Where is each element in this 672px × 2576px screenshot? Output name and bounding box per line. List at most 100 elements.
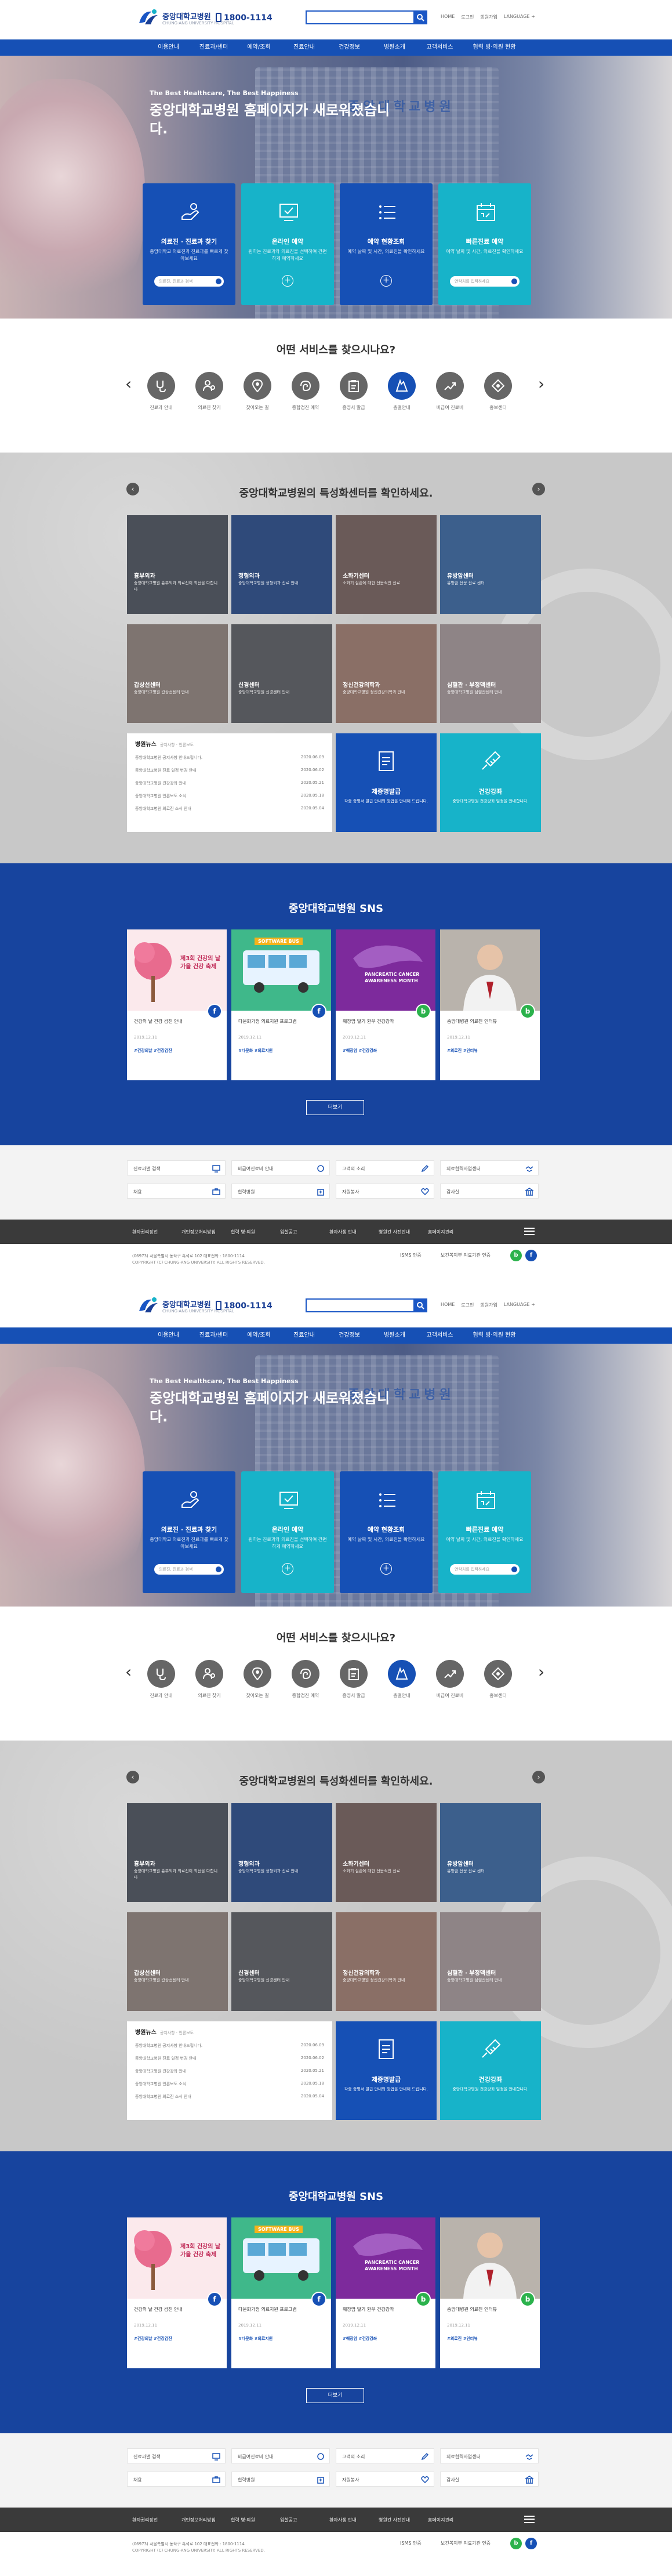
service-item[interactable]: 비급여 진료비 <box>430 372 470 411</box>
service-item[interactable]: 의료진 찾기 <box>189 372 230 411</box>
nav-item-customer[interactable]: 고객서비스 <box>417 39 463 56</box>
sns-card[interactable]: 제3회 건강의 날 가을 건강 축제 f 건강의 날 건강 검진 안내 2019… <box>127 2217 227 2368</box>
specialty-tile[interactable]: 정형외과 중앙대학교병원 정형외과 진료 안내 <box>231 515 332 614</box>
more-button[interactable]: 더보기 <box>306 1100 364 1115</box>
nav-item-customer[interactable]: 고객서비스 <box>417 1327 463 1344</box>
specialty-tile[interactable]: 심혈관 · 부정맥센터 중앙대학교병원 심혈관센터 안내 <box>440 1912 541 2011</box>
news-title[interactable]: 병원뉴스 <box>135 2029 157 2036</box>
specialty-tile[interactable]: 소화기센터 소화기 질환에 대한 전문적인 진료 <box>336 1803 437 1902</box>
cau-logo-icon[interactable] <box>137 1296 159 1316</box>
news-item[interactable]: 중앙대학교병원 언론보도 소식 2020.05.18 <box>135 2081 324 2087</box>
nav-item-guide[interactable]: 이용안내 <box>146 39 191 56</box>
service-item[interactable]: 비급여 진료비 <box>430 1660 470 1699</box>
certificate-card[interactable]: 제증명발급 각종 증명서 발급 안내와 방법을 안내해 드립니다. <box>336 733 437 832</box>
quick-link[interactable]: 진료과별 검색 <box>127 2448 226 2463</box>
nav-item-guide[interactable]: 이용안내 <box>146 1327 191 1344</box>
nav-item-partners[interactable]: 협력 병·의원 현황 <box>463 1327 526 1344</box>
card-reservation-status[interactable]: 예약 현황조회 예약 날짜 및 시간, 의료진을 확인하세요 + <box>340 1471 433 1593</box>
certificate-card[interactable]: 제증명발급 각종 증명서 발급 안내와 방법을 안내해 드립니다. <box>336 2021 437 2120</box>
service-item[interactable]: 종합검진 예약 <box>285 372 326 411</box>
cau-logo-icon[interactable] <box>137 8 159 28</box>
health-lecture-card[interactable]: 건강강좌 중앙대학교병원 건강강좌 일정을 안내합니다. <box>440 733 541 832</box>
prev-arrow-icon[interactable]: ‹ <box>125 376 132 392</box>
news-title[interactable]: 병원뉴스 <box>135 741 157 748</box>
doctor-search-field[interactable]: 의료진, 진료과 검색 <box>154 1564 224 1575</box>
service-item[interactable]: 홍보센터 <box>478 1660 518 1699</box>
search-input[interactable] <box>306 10 427 24</box>
footer-link[interactable]: 협력 병·의원 <box>231 2517 280 2523</box>
search-go-icon[interactable] <box>216 278 221 284</box>
util-join[interactable]: 회원가입 <box>480 14 497 20</box>
service-item[interactable]: 의료진 찾기 <box>189 1660 230 1699</box>
util-home[interactable]: HOME <box>441 14 455 20</box>
search-button[interactable] <box>413 1298 427 1312</box>
service-item[interactable]: 홍보센터 <box>478 372 518 411</box>
specialty-tile[interactable]: 유방암센터 유방암 전문 진료 센터 <box>440 515 541 614</box>
more-button[interactable]: 더보기 <box>306 2388 364 2403</box>
facebook-icon[interactable]: f <box>311 2292 326 2307</box>
sns-card[interactable]: PANCREATIC CANCER AWARENESS MONTH b 췌장암 … <box>336 929 435 1080</box>
footer-link[interactable]: 환자권리장전 <box>132 1229 181 1235</box>
util-language[interactable]: LANGUAGE + <box>504 1302 535 1308</box>
logo-title[interactable]: 중앙대학교병원 <box>162 10 211 21</box>
footer-link[interactable]: 병원간 사전안내 <box>379 2517 428 2523</box>
specialty-next-button[interactable]: › <box>532 1771 545 1783</box>
card-reservation-status[interactable]: 예약 현황조회 예약 날짜 및 시간, 의료진을 확인하세요 + <box>340 183 433 305</box>
nav-item-partners[interactable]: 협력 병·의원 현황 <box>463 39 526 56</box>
footer-link[interactable]: 개인정보처리방침 <box>181 2517 231 2523</box>
plus-icon[interactable]: + <box>380 275 392 287</box>
service-item[interactable]: 증명서 발급 <box>333 372 374 411</box>
footer-link[interactable]: 홈페이지관리 <box>428 1229 477 1235</box>
news-subtitle[interactable]: 공지사항 · 언론보도 <box>160 2031 194 2035</box>
card-doctor-search[interactable]: 의료진 · 진료과 찾기 중앙대학교 의료진과 진료과를 빠르게 찾아보세요 의… <box>143 1471 235 1593</box>
sns-card[interactable]: PANCREATIC CANCER AWARENESS MONTH b 췌장암 … <box>336 2217 435 2368</box>
blog-icon[interactable]: b <box>416 1004 431 1019</box>
footer-link[interactable]: 홈페이지관리 <box>428 2517 477 2523</box>
news-item[interactable]: 중앙대학교병원 진료 일정 변경 안내 2020.06.02 <box>135 768 324 773</box>
nav-item-about[interactable]: 병원소개 <box>372 1327 417 1344</box>
sns-card[interactable]: 제3회 건강의 날 가을 건강 축제 f 건강의 날 건강 검진 안내 2019… <box>127 929 227 1080</box>
nav-item-treatment[interactable]: 진료안내 <box>282 39 327 56</box>
news-item[interactable]: 중앙대학교병원 공지사항 안내드립니다. 2020.06.09 <box>135 755 324 761</box>
blog-icon[interactable]: b <box>520 1004 535 1019</box>
specialty-tile[interactable]: 갑상선센터 중앙대학교병원 갑상선센터 안내 <box>127 1912 228 2011</box>
sns-card[interactable]: SOFTWARE BUS f 다문화가정 의료지원 프로그램 2019.12.1… <box>231 929 331 1080</box>
submit-go-icon[interactable] <box>511 278 517 284</box>
quick-link[interactable]: 감사실 <box>440 1184 539 1199</box>
quick-link[interactable]: 의료협력사업센터 <box>440 2448 539 2463</box>
news-item[interactable]: 중앙대학교병원 건강강좌 안내 2020.05.21 <box>135 780 324 786</box>
facebook-icon[interactable]: f <box>207 1004 222 1019</box>
nav-item-reservation[interactable]: 예약/조회 <box>237 1327 282 1344</box>
prev-arrow-icon[interactable]: ‹ <box>125 1664 132 1680</box>
sns-card[interactable]: b 중앙대병원 의료진 인터뷰 2019.12.11 #의료진 #인터뷰 <box>440 929 540 1080</box>
facebook-icon[interactable]: f <box>525 1250 537 1261</box>
quick-link[interactable]: 채용 <box>127 2472 226 2487</box>
specialty-tile[interactable]: 정신건강의학과 중앙대학교병원 정신건강의학과 안내 <box>336 1912 437 2011</box>
news-item[interactable]: 중앙대학교병원 건강강좌 안내 2020.05.21 <box>135 2068 324 2074</box>
footer-link[interactable]: 환자권리장전 <box>132 2517 181 2523</box>
next-arrow-icon[interactable]: › <box>538 376 544 392</box>
quick-link[interactable]: 비급여진료비 안내 <box>231 2448 330 2463</box>
specialty-next-button[interactable]: › <box>532 483 545 495</box>
service-item[interactable]: 층별안내 <box>382 372 422 411</box>
nav-item-treatment[interactable]: 진료안내 <box>282 1327 327 1344</box>
nav-item-about[interactable]: 병원소개 <box>372 39 417 56</box>
quick-link[interactable]: 고객의 소리 <box>336 2448 434 2463</box>
sns-card[interactable]: SOFTWARE BUS f 다문화가정 의료지원 프로그램 2019.12.1… <box>231 2217 331 2368</box>
specialty-tile[interactable]: 정신건강의학과 중앙대학교병원 정신건강의학과 안내 <box>336 624 437 723</box>
quick-link[interactable]: 채용 <box>127 1184 226 1199</box>
specialty-tile[interactable]: 흉부외과 중앙대학교병원 흉부외과 의료진이 최선을 다합니다 <box>127 515 228 614</box>
submit-go-icon[interactable] <box>511 1566 517 1572</box>
specialty-tile[interactable]: 신경센터 중앙대학교병원 신경센터 안내 <box>231 624 332 723</box>
service-item[interactable]: 종합검진 예약 <box>285 1660 326 1699</box>
service-item[interactable]: 층별안내 <box>382 1660 422 1699</box>
footer-link[interactable]: 병원간 사전안내 <box>379 1229 428 1235</box>
quick-link[interactable]: 의료협력사업센터 <box>440 1160 539 1175</box>
util-join[interactable]: 회원가입 <box>480 1302 497 1308</box>
footer-link[interactable]: 협력 병·의원 <box>231 1229 280 1235</box>
phone-input-field[interactable]: 연락처를 입력하세요 <box>450 1564 520 1575</box>
quick-link[interactable]: 협력병원 <box>231 2472 330 2487</box>
service-item[interactable]: 찾아오는 길 <box>237 1660 278 1699</box>
nav-item-departments[interactable]: 진료과/센터 <box>191 39 237 56</box>
specialty-tile[interactable]: 정형외과 중앙대학교병원 정형외과 진료 안내 <box>231 1803 332 1902</box>
